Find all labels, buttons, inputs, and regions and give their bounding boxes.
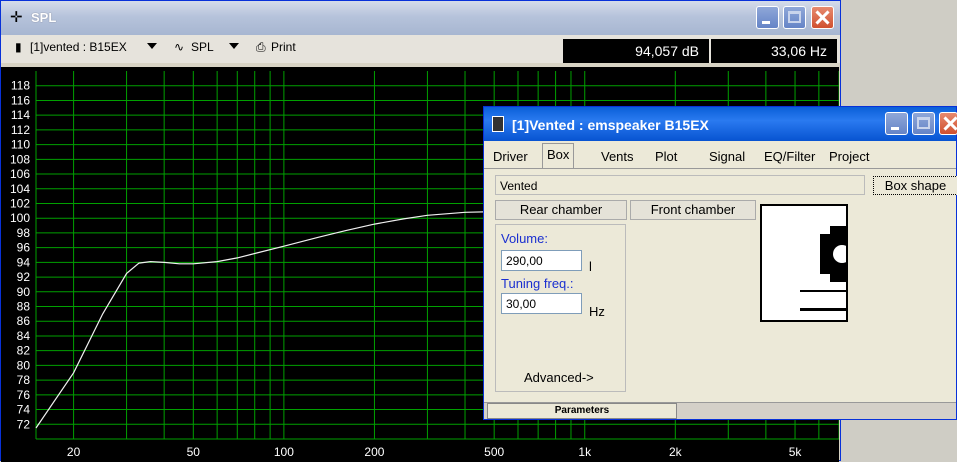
x-tick-label: 100 <box>274 445 294 459</box>
y-tick-label: 90 <box>17 285 31 299</box>
advanced-link[interactable]: Advanced-> <box>524 370 594 385</box>
tab-plot[interactable]: Plot <box>651 146 681 168</box>
window-title: SPL <box>31 10 57 25</box>
tuning-label: Tuning freq.: <box>501 276 574 291</box>
y-tick-label: 114 <box>11 108 30 122</box>
y-tick-label: 78 <box>17 373 31 387</box>
db-readout: 94,057 dB <box>563 39 709 63</box>
x-tick-label: 20 <box>67 445 81 459</box>
y-tick-label: 110 <box>11 138 30 152</box>
y-tick-label: 80 <box>17 358 31 372</box>
x-tick-label: 2k <box>669 445 683 459</box>
x-tick-label: 5k <box>789 445 803 459</box>
project-dropdown-icon[interactable] <box>147 43 157 49</box>
tab-divider <box>484 168 956 169</box>
box-shape-button[interactable]: Box shape <box>873 176 957 195</box>
minimize-button[interactable] <box>756 6 779 29</box>
y-tick-label: 112 <box>11 123 30 137</box>
printer-icon: ⎙ <box>256 40 266 54</box>
y-tick-label: 102 <box>10 196 30 210</box>
graph-selector[interactable]: SPL <box>191 40 214 54</box>
box-dialog: [1]Vented : emspeaker B15EX Driver Box V… <box>483 106 957 420</box>
volume-input[interactable]: 290,00 <box>501 250 582 271</box>
y-tick-label: 106 <box>10 167 30 181</box>
box-shape-preview <box>760 204 848 322</box>
x-tick-label: 1k <box>578 445 592 459</box>
crosshair-icon: ✛ <box>10 9 23 26</box>
rear-chamber-button[interactable]: Rear chamber <box>495 200 627 220</box>
y-tick-label: 76 <box>17 388 31 402</box>
bottom-tabbar: Parameters <box>484 402 956 419</box>
maximize-button[interactable] <box>783 6 806 29</box>
speaker-icon <box>492 116 504 132</box>
dialog-titlebar[interactable]: [1]Vented : emspeaker B15EX <box>484 107 957 141</box>
tab-project[interactable]: Project <box>825 146 873 168</box>
wave-icon: ∿ <box>174 40 185 54</box>
x-tick-label: 500 <box>484 445 504 459</box>
front-chamber-button[interactable]: Front chamber <box>630 200 756 220</box>
y-tick-label: 96 <box>17 241 31 255</box>
tab-eq-filter[interactable]: EQ/Filter <box>760 146 819 168</box>
dialog-title: [1]Vented : emspeaker B15EX <box>512 117 709 133</box>
y-tick-label: 82 <box>17 344 31 358</box>
dialog-minimize-button[interactable] <box>885 112 908 135</box>
y-tick-label: 100 <box>10 211 30 225</box>
y-tick-label: 84 <box>17 329 31 343</box>
dialog-close-button[interactable] <box>939 112 957 135</box>
speaker-icon: ▮ <box>15 40 22 54</box>
graph-dropdown-icon[interactable] <box>229 43 239 49</box>
y-tick-label: 92 <box>17 270 31 284</box>
y-tick-label: 74 <box>17 403 31 417</box>
x-tick-label: 200 <box>364 445 384 459</box>
box-diagram <box>800 226 846 311</box>
y-tick-label: 118 <box>11 79 30 93</box>
box-type-field: Vented <box>495 175 865 195</box>
y-tick-label: 86 <box>17 314 31 328</box>
y-tick-label: 108 <box>10 152 30 166</box>
tab-box[interactable]: Box <box>542 143 575 169</box>
tab-driver[interactable]: Driver <box>489 146 532 168</box>
project-selector[interactable]: [1]vented : B15EX <box>30 40 127 54</box>
y-tick-label: 94 <box>17 255 31 269</box>
tab-vents[interactable]: Vents <box>597 146 638 168</box>
print-button[interactable]: Print <box>271 40 296 54</box>
y-tick-label: 116 <box>11 93 30 107</box>
volume-label: Volume: <box>501 231 548 246</box>
y-tick-label: 98 <box>17 226 31 240</box>
volume-unit: l <box>589 259 592 274</box>
y-tick-label: 104 <box>10 182 30 196</box>
x-tick-label: 50 <box>187 445 201 459</box>
tab-parameters[interactable]: Parameters <box>487 403 677 419</box>
tuning-unit: Hz <box>589 304 605 319</box>
tuning-input[interactable]: 30,00 <box>501 293 582 314</box>
spl-titlebar[interactable]: ✛ SPL <box>1 1 840 35</box>
hz-readout: 33,06 Hz <box>711 39 837 63</box>
close-button[interactable] <box>811 6 834 29</box>
dialog-maximize-button[interactable] <box>912 112 935 135</box>
tab-signal[interactable]: Signal <box>705 146 749 168</box>
y-tick-label: 72 <box>17 417 31 431</box>
y-tick-label: 88 <box>17 300 31 314</box>
